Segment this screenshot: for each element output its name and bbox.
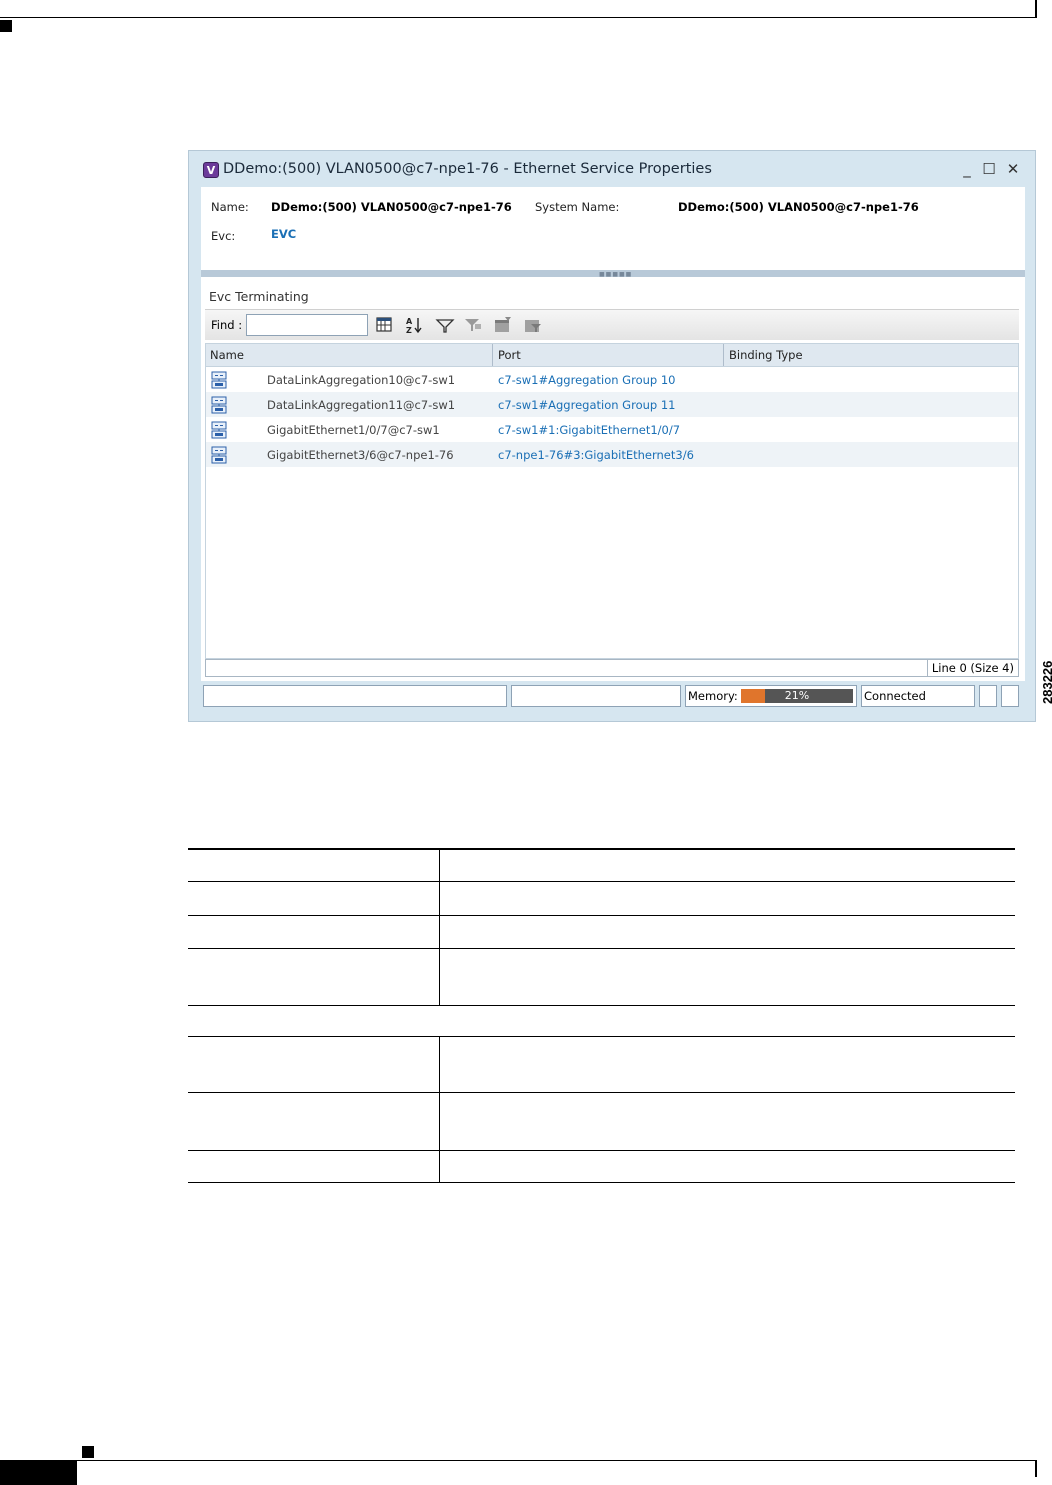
- evc-terminating-table: Name Port Binding Type DataLinkAggregati…: [205, 343, 1019, 659]
- column-filter-icon[interactable]: [523, 316, 543, 334]
- table-rule: [188, 1005, 1015, 1006]
- properties-window: V DDemo:(500) VLAN0500@c7-npe1-76 - Ethe…: [188, 150, 1036, 722]
- system-name-value: DDemo:(500) VLAN0500@c7-npe1-76: [678, 200, 919, 214]
- status-bar: Memory: 21% Connected: [201, 683, 1025, 709]
- sort-icon[interactable]: A Z: [405, 316, 425, 334]
- close-button[interactable]: ✕: [1005, 160, 1021, 178]
- section-title: Evc Terminating: [209, 289, 309, 304]
- status-indicator-1: [979, 685, 997, 707]
- header-marker: [0, 20, 12, 32]
- find-label: Find :: [211, 318, 243, 332]
- app-logo-icon: V: [203, 162, 219, 178]
- header-rule-end: [1035, 0, 1037, 18]
- network-interface-icon: [211, 371, 227, 389]
- memory-bar: 21%: [741, 689, 853, 703]
- maximize-button[interactable]: ☐: [981, 160, 997, 178]
- table-rule: [188, 1036, 1015, 1037]
- svg-text:A: A: [406, 317, 413, 326]
- table-settings-icon[interactable]: [493, 316, 513, 334]
- evc-terminating-panel: Evc Terminating Find : A Z Name Port Bin…: [201, 277, 1025, 681]
- row-name: GigabitEthernet1/0/7@c7-sw1: [267, 423, 440, 437]
- memory-label: Memory:: [688, 689, 738, 703]
- figure-number: 283226: [1040, 660, 1052, 704]
- column-header-binding-type[interactable]: Binding Type: [729, 348, 803, 362]
- table-column-divider: [439, 848, 440, 1005]
- minimize-button[interactable]: _: [959, 160, 975, 178]
- window-title: DDemo:(500) VLAN0500@c7-npe1-76 - Ethern…: [223, 161, 712, 177]
- status-indicator-2: [1001, 685, 1019, 707]
- find-input[interactable]: [246, 314, 368, 336]
- column-header-port[interactable]: Port: [498, 348, 521, 362]
- row-name: DataLinkAggregation11@c7-sw1: [267, 398, 456, 412]
- table-rule: [188, 915, 1015, 916]
- system-name-label: System Name:: [535, 200, 620, 214]
- footer-tab: [0, 1461, 77, 1485]
- column-divider[interactable]: [723, 344, 724, 366]
- header-rule: [0, 17, 1036, 18]
- table-rule: [188, 1150, 1015, 1151]
- status-field-secondary: [511, 685, 681, 707]
- network-interface-icon: [211, 421, 227, 439]
- network-interface-icon: [211, 396, 227, 414]
- evc-label: Evc:: [211, 229, 236, 243]
- table-rule: [188, 1092, 1015, 1093]
- export-icon[interactable]: [375, 316, 395, 334]
- footer-rule-end: [1035, 1460, 1037, 1477]
- row-port-link[interactable]: c7-npe1-76#3:GigabitEthernet3/6: [498, 448, 694, 462]
- properties-panel: Name: DDemo:(500) VLAN0500@c7-npe1-76 Sy…: [201, 187, 1025, 270]
- table-header: Name Port Binding Type: [206, 344, 1018, 367]
- connection-status: Connected: [861, 685, 975, 707]
- table-rule-bottom: [188, 1182, 1015, 1183]
- title-bar[interactable]: V DDemo:(500) VLAN0500@c7-npe1-76 - Ethe…: [189, 151, 1035, 187]
- row-name: DataLinkAggregation10@c7-sw1: [267, 373, 456, 387]
- status-field-message: [203, 685, 507, 707]
- table-row[interactable]: GigabitEthernet1/0/7@c7-sw1 c7-sw1#1:Gig…: [206, 417, 1018, 442]
- svg-text:Z: Z: [406, 326, 412, 334]
- table-row[interactable]: GigabitEthernet3/6@c7-npe1-76 c7-npe1-76…: [206, 442, 1018, 467]
- table-column-divider: [439, 1036, 440, 1183]
- line-count: Line 0 (Size 4): [926, 660, 1018, 676]
- connection-status-text: Connected: [864, 689, 926, 703]
- row-port-link[interactable]: c7-sw1#Aggregation Group 11: [498, 398, 676, 412]
- name-value: DDemo:(500) VLAN0500@c7-npe1-76: [271, 200, 512, 214]
- table-footer: Line 0 (Size 4): [205, 659, 1019, 677]
- table-rule: [188, 881, 1015, 882]
- table-toolbar: Find : A Z: [205, 309, 1019, 340]
- network-interface-icon: [211, 446, 227, 464]
- column-header-name[interactable]: Name: [210, 348, 244, 362]
- filter-icon[interactable]: [435, 316, 455, 334]
- footer-marker: [82, 1446, 94, 1458]
- table-row[interactable]: DataLinkAggregation11@c7-sw1 c7-sw1#Aggr…: [206, 392, 1018, 417]
- row-port-link[interactable]: c7-sw1#1:GigabitEthernet1/0/7: [498, 423, 680, 437]
- table-rule-top: [188, 848, 1015, 850]
- clear-filter-icon[interactable]: [463, 316, 483, 334]
- name-label: Name:: [211, 200, 249, 214]
- panel-splitter[interactable]: ■■■■■: [201, 270, 1025, 278]
- memory-percent: 21%: [784, 689, 810, 702]
- table-rule: [188, 948, 1015, 949]
- table-row[interactable]: DataLinkAggregation10@c7-sw1 c7-sw1#Aggr…: [206, 367, 1018, 392]
- row-port-link[interactable]: c7-sw1#Aggregation Group 10: [498, 373, 676, 387]
- document-table: [188, 848, 1015, 1183]
- evc-link[interactable]: EVC: [271, 227, 296, 241]
- row-name: GigabitEthernet3/6@c7-npe1-76: [267, 448, 454, 462]
- column-divider[interactable]: [492, 344, 493, 366]
- footer-rule: [0, 1460, 1036, 1461]
